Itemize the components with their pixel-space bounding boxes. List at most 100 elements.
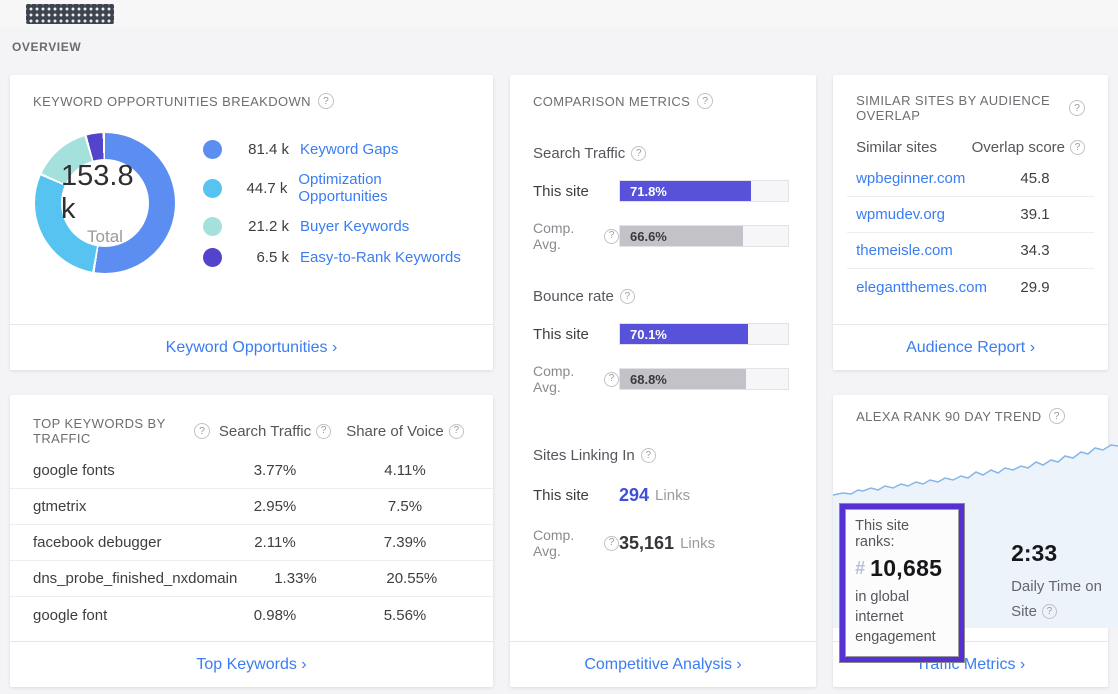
keyword-cell: facebook debugger [33,534,210,551]
metric-group-label-text: Search Traffic [533,145,625,162]
top-keywords-card: TOP KEYWORDS BY TRAFFIC ? Search Traffic… [10,395,493,687]
similar-site-link[interactable]: wpmudev.org [856,206,987,223]
overlap-score-value: 45.8 [987,170,1083,187]
keyword-cell: google fonts [33,462,210,479]
similar-site-link[interactable]: themeisle.com [856,242,987,259]
metric-row-label: This site [533,326,619,343]
help-icon[interactable]: ? [631,146,646,161]
help-icon[interactable]: ? [1069,100,1085,116]
similar-sites-header: Similar sites Overlap score ? [833,123,1108,156]
sites-linking-in-section: Sites Linking In ? This site294LinksComp… [510,395,816,559]
sites-linking-in-label: Sites Linking In ? [533,447,793,464]
metric-bar-fill: 71.8% [620,181,751,201]
donut-total-value: 153.8 k [61,160,149,226]
keyword-cell: gtmetrix [33,498,210,515]
help-icon[interactable]: ? [316,424,331,439]
similar-site-row: wpbeginner.com45.8 [847,161,1094,197]
overlap-score-value: 29.9 [987,279,1083,296]
toolbar-grip-dots-icon [26,4,114,24]
metric-bar: 70.1% [619,323,789,345]
help-icon[interactable]: ? [697,93,713,109]
comparison-metrics-card: COMPARISON METRICS ? Search Traffic? This… [510,75,816,687]
column-search-traffic-text: Search Traffic [219,423,311,440]
audience-report-link[interactable]: Audience Report › [906,339,1035,357]
similar-sites-card: SIMILAR SITES BY AUDIENCE OVERLAP ? Simi… [833,75,1108,370]
column-similar-sites: Similar sites [856,139,972,156]
similar-sites-title-text: SIMILAR SITES BY AUDIENCE OVERLAP [856,93,1062,123]
help-icon[interactable]: ? [318,93,334,109]
metric-row: This site71.8% [533,180,793,202]
sites-linking-unit: Links [655,487,690,504]
keyword-donut-section: 153.8 k Total 81.4 k Keyword Gaps 44.7 k Op… [10,133,493,279]
search-traffic-cell: 3.77% [210,462,340,479]
legend-link[interactable]: Optimization Opportunities [298,171,470,205]
rank-caption: in global internet engagement [855,587,949,647]
daily-time-label-line2: Site [1011,601,1037,623]
sites-linking-row-label-text: This site [533,487,589,504]
browser-toolbar [0,0,1118,28]
help-icon[interactable]: ? [604,372,619,387]
sites-linking-in-rows: This site294LinksComp. Avg.?35,161Links [533,485,793,559]
similar-sites-footer: Audience Report › [833,324,1108,370]
sites-linking-row: This site 294 Links [533,485,793,506]
help-icon[interactable]: ? [1070,140,1085,155]
table-row: gtmetrix2.95%7.5% [10,489,493,525]
rank-value: 10,685 [870,555,942,582]
legend-link[interactable]: Keyword Gaps [300,141,398,158]
keyword-opportunities-card: KEYWORD OPPORTUNITIES BREAKDOWN ? 153.8 … [10,75,493,370]
similar-site-link[interactable]: wpbeginner.com [856,170,987,187]
dashboard-grid: KEYWORD OPPORTUNITIES BREAKDOWN ? 153.8 … [0,75,1118,687]
search-traffic-cell: 2.11% [210,534,340,551]
legend-link[interactable]: Easy-to-Rank Keywords [300,249,461,266]
overlap-score-value: 39.1 [987,206,1083,223]
comparison-metrics-title: COMPARISON METRICS ? [510,75,816,109]
metric-bar-fill: 68.8% [620,369,746,389]
help-icon[interactable]: ? [194,423,210,439]
daily-time-label-line1: Daily Time on [1011,578,1102,595]
metric-bar: 71.8% [619,180,789,202]
competitive-analysis-link[interactable]: Competitive Analysis › [584,656,741,674]
help-icon[interactable]: ? [1049,408,1065,424]
column-share-of-voice: Share of Voice ? [340,423,470,440]
keyword-opportunities-link[interactable]: Keyword Opportunities › [166,339,338,357]
metric-bar-fill: 70.1% [620,324,748,344]
legend-value: 21.2 k [234,218,289,235]
legend-link[interactable]: Buyer Keywords [300,218,409,235]
share-of-voice-cell: 20.55% [354,570,470,587]
daily-time-block: 2:33 Daily Time on Site ? [1011,540,1102,623]
help-icon[interactable]: ? [620,289,635,304]
page-title: OVERVIEW [12,40,1118,54]
sites-linking-in-label-text: Sites Linking In [533,447,635,464]
help-icon[interactable]: ? [604,536,619,551]
help-icon[interactable]: ? [641,448,656,463]
legend-dot-icon [203,140,222,159]
keyword-cell: dns_probe_finished_nxdomain [33,570,237,587]
comparison-metrics-footer: Competitive Analysis › [510,641,816,687]
top-keywords-link[interactable]: Top Keywords › [196,656,306,674]
similar-site-row: elegantthemes.com29.9 [847,269,1094,305]
help-icon[interactable]: ? [449,424,464,439]
metric-row-label-text: Comp. Avg. [533,220,599,252]
help-icon[interactable]: ? [604,229,619,244]
metric-row-label-text: Comp. Avg. [533,363,599,395]
similar-sites-title: SIMILAR SITES BY AUDIENCE OVERLAP ? [833,75,1108,123]
similar-site-link[interactable]: elegantthemes.com [856,279,987,296]
help-icon[interactable]: ? [1042,604,1057,619]
legend-value: 81.4 k [234,141,289,158]
share-of-voice-cell: 7.39% [340,534,470,551]
overlap-score-value: 34.3 [987,242,1083,259]
keyword-opportunities-title: KEYWORD OPPORTUNITIES BREAKDOWN ? [10,75,493,109]
rank-value-row: # 10,685 [855,555,949,582]
rank-trend-section: This site ranks: # 10,685 in global inte… [833,432,1108,638]
legend-value: 44.7 k [234,180,287,197]
alexa-rank-card: ALEXA RANK 90 DAY TREND ? This site rank… [833,395,1108,687]
alexa-rank-title-text: ALEXA RANK 90 DAY TREND [856,409,1042,424]
search-traffic-cell: 1.33% [237,570,353,587]
top-keywords-rows: google fonts3.77%4.11%gtmetrix2.95%7.5%f… [10,453,493,633]
table-row: facebook debugger2.11%7.39% [10,525,493,561]
table-row: google font0.98%5.56% [10,597,493,633]
sites-linking-value[interactable]: 294 [619,485,649,506]
share-of-voice-cell: 7.5% [340,498,470,515]
daily-time-value: 2:33 [1011,540,1102,567]
donut-center: 153.8 k Total [61,159,149,247]
